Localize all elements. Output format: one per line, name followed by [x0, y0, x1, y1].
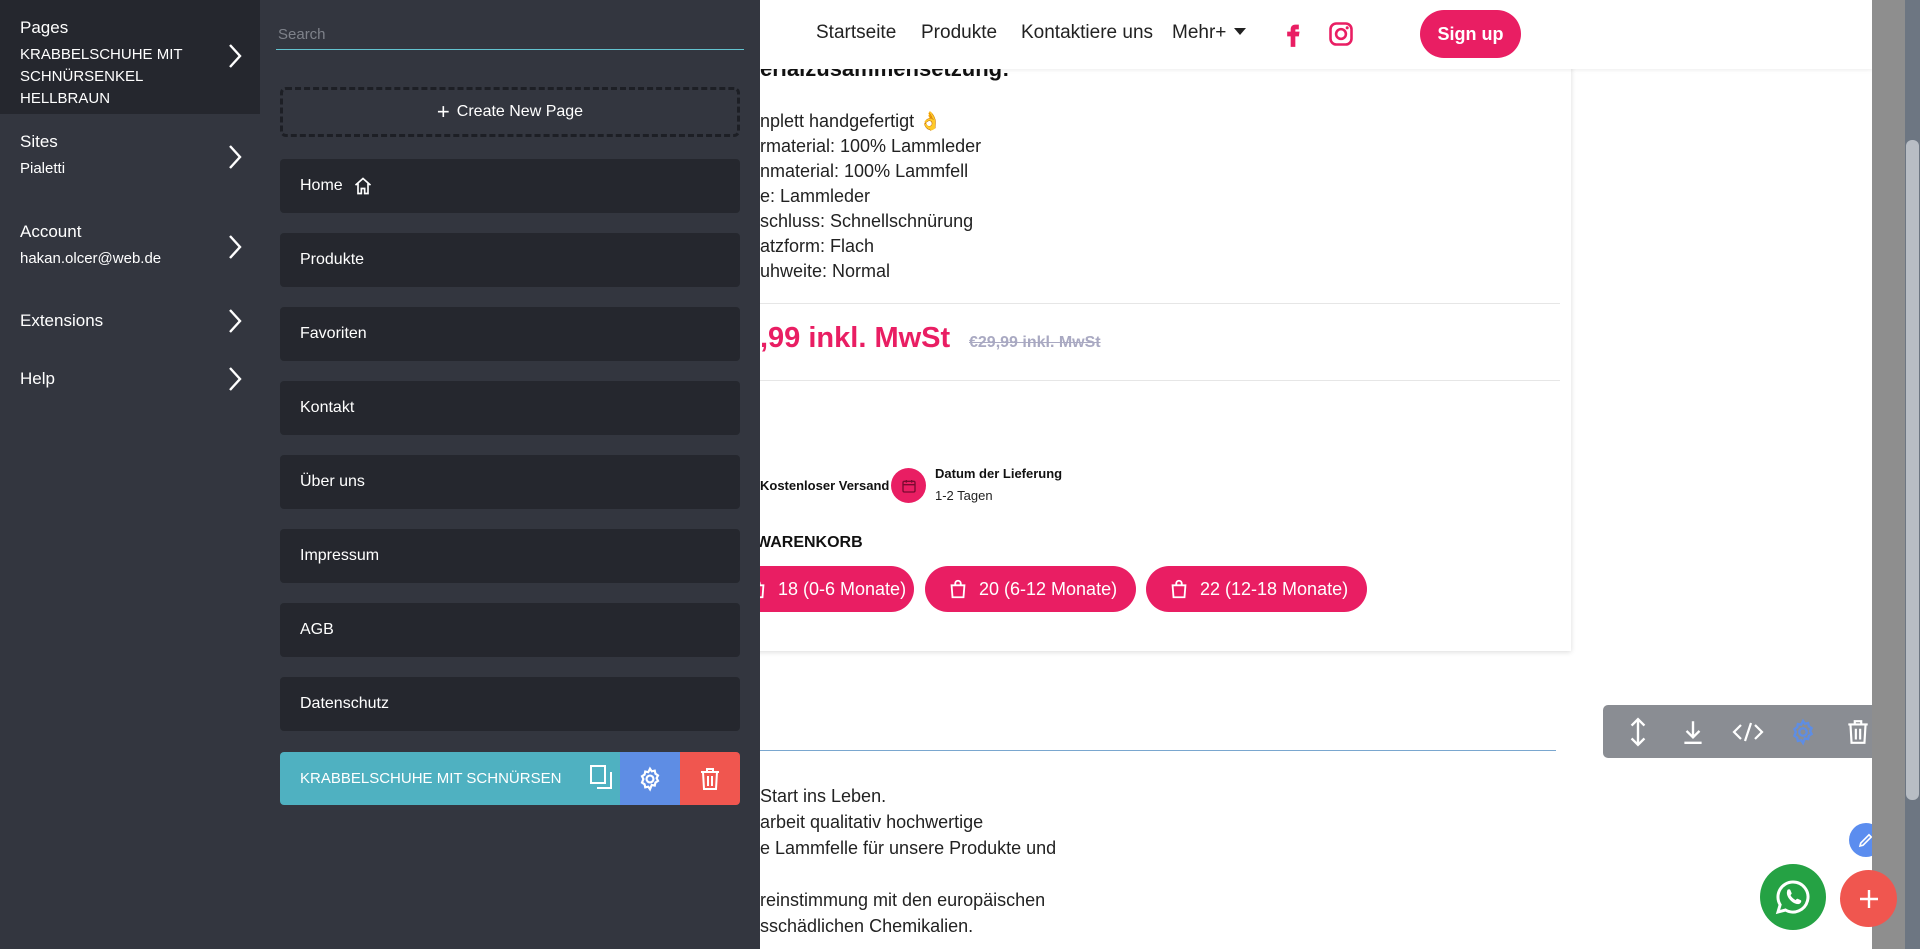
sign-up-button[interactable]: Sign up — [1420, 10, 1521, 58]
pencil-icon — [1858, 833, 1872, 848]
page-item-produkte[interactable]: Produkte — [280, 233, 740, 287]
create-page-label: Create New Page — [456, 103, 584, 120]
edit-pencil-button[interactable] — [1849, 823, 1872, 857]
page-item-impressum[interactable]: Impressum — [280, 529, 740, 583]
calendar-icon — [891, 468, 926, 503]
menu-item-account[interactable]: Account hakan.olcer@web.de — [0, 204, 260, 292]
spec-line: schluss: Schnellschnürung — [760, 211, 974, 231]
spec-line: uhweite: Normal — [760, 261, 891, 281]
home-icon — [354, 177, 371, 195]
search-input[interactable] — [276, 20, 744, 50]
chevron-right-icon — [229, 44, 242, 68]
block-toolbar — [1603, 705, 1872, 758]
gear-icon[interactable] — [1787, 716, 1819, 748]
page-item-home[interactable]: Home — [280, 159, 740, 213]
description-line: sschädlichen Chemikalien. — [760, 916, 974, 936]
menu-label: Extensions — [20, 311, 104, 330]
size-button-20[interactable]: 20 (6-12 Monate) — [925, 566, 1136, 612]
editor-left-menu: Pages KRABBELSCHUHE MIT SCHNÜRSENKEL HEL… — [0, 0, 260, 949]
active-page-label[interactable]: KRABBELSCHUHE MIT SCHNÜRSEN — [280, 752, 620, 805]
pages-panel: + Create New Page Home Produkte Favorite… — [260, 0, 760, 949]
spec-line: rmaterial: 100% Lammleder — [760, 136, 982, 156]
page-item-kontakt[interactable]: Kontakt — [280, 381, 740, 435]
page-label: Kontakt — [300, 399, 355, 416]
instagram-icon[interactable] — [1327, 20, 1355, 48]
chevron-right-icon — [229, 235, 242, 259]
old-price: €29,99 inkl. MwSt — [969, 334, 1101, 351]
page-label: Über uns — [300, 473, 365, 490]
shopping-bag-icon — [950, 579, 966, 599]
description-line: e Lammfelle für unsere Produkte und — [760, 838, 1057, 858]
page-delete-button[interactable] — [680, 752, 740, 805]
page-label: Favoriten — [300, 325, 367, 342]
current-page-name: KRABBELSCHUHE MIT SCHNÜRSENKEL HELLBRAUN — [20, 46, 183, 107]
section-divider — [740, 750, 1556, 751]
spec-line: nplett handgefertigt 👌 — [760, 111, 942, 131]
menu-label: Sites — [20, 132, 58, 151]
move-vertical-icon[interactable] — [1622, 716, 1654, 748]
menu-item-sites[interactable]: Sites Pialetti — [0, 114, 260, 204]
trash-icon — [701, 767, 719, 790]
page-label: KRABBELSCHUHE MIT SCHNÜRSEN — [300, 770, 562, 787]
caret-down-icon — [1234, 28, 1247, 35]
page-item-ueber-uns[interactable]: Über uns — [280, 455, 740, 509]
free-shipping-label: Kostenloser Versand — [760, 478, 890, 493]
plus-icon — [1859, 889, 1878, 908]
whatsapp-icon — [1775, 880, 1810, 915]
menu-item-pages[interactable]: Pages KRABBELSCHUHE MIT SCHNÜRSENKEL HEL… — [0, 0, 260, 114]
create-new-page-button[interactable]: + Create New Page — [280, 87, 740, 137]
chevron-right-icon — [229, 145, 242, 169]
active-page-item[interactable]: KRABBELSCHUHE MIT SCHNÜRSEN — [280, 752, 740, 805]
account-email: hakan.olcer@web.de — [20, 250, 162, 267]
chevron-right-icon — [229, 367, 242, 391]
menu-label: Pages — [20, 18, 69, 37]
size-label: 20 (6-12 Monate) — [979, 578, 1118, 599]
menu-item-extensions[interactable]: Extensions — [0, 292, 260, 350]
facebook-icon[interactable] — [1279, 20, 1307, 48]
shopping-bag-icon — [1171, 579, 1187, 599]
size-label: 22 (12-18 Monate) — [1200, 578, 1349, 599]
add-button[interactable] — [1840, 870, 1897, 927]
page-label: Home — [300, 177, 343, 194]
delivery-title: Datum der Lieferung — [935, 466, 1063, 481]
whatsapp-button[interactable] — [1760, 864, 1826, 930]
spec-line: nmaterial: 100% Lammfell — [760, 161, 969, 181]
size-label: 18 (0-6 Monate) — [778, 578, 907, 599]
description-line: arbeit qualitativ hochwertige — [760, 812, 984, 832]
duplicate-icon[interactable] — [589, 764, 613, 794]
page-label: AGB — [300, 621, 334, 638]
spec-line: e: Lammleder — [760, 186, 871, 206]
page-item-agb[interactable]: AGB — [280, 603, 740, 657]
page-settings-button[interactable] — [620, 752, 680, 805]
menu-label: Help — [20, 369, 55, 388]
code-icon[interactable] — [1732, 716, 1764, 748]
delivery-value: 1-2 Tagen — [935, 488, 993, 503]
page-item-datenschutz[interactable]: Datenschutz — [280, 677, 740, 731]
size-button-22[interactable]: 22 (12-18 Monate) — [1146, 566, 1367, 612]
download-icon[interactable] — [1677, 716, 1709, 748]
nav-link-produkte[interactable]: Produkte — [921, 22, 997, 44]
chevron-right-icon — [229, 309, 242, 333]
spec-line: atzform: Flach — [760, 236, 875, 256]
nav-link-kontakt[interactable]: Kontaktiere uns — [1021, 22, 1153, 44]
gear-icon — [640, 766, 660, 792]
nav-link-startseite[interactable]: Startseite — [816, 22, 896, 44]
plus-icon: + — [436, 99, 450, 124]
divider — [740, 303, 1560, 304]
site-name: Pialetti — [20, 160, 66, 177]
divider — [740, 380, 1560, 381]
nav-link-mehr[interactable]: Mehr+ — [1172, 22, 1247, 44]
page-label: Produkte — [300, 251, 365, 268]
page-label: Impressum — [300, 547, 380, 564]
scrollbar-thumb[interactable] — [1906, 140, 1919, 800]
page-item-favoriten[interactable]: Favoriten — [280, 307, 740, 361]
menu-item-help[interactable]: Help — [0, 350, 260, 408]
description-line: reinstimmung mit den europäischen — [760, 890, 1046, 910]
product-price: ,99 inkl. MwSt — [760, 322, 951, 354]
menu-label: Account — [20, 222, 82, 241]
description-line: Start ins Leben. — [760, 786, 887, 806]
trash-icon[interactable] — [1842, 716, 1872, 748]
page-label: Datenschutz — [300, 695, 389, 712]
nav-mehr-label: Mehr+ — [1172, 22, 1227, 43]
